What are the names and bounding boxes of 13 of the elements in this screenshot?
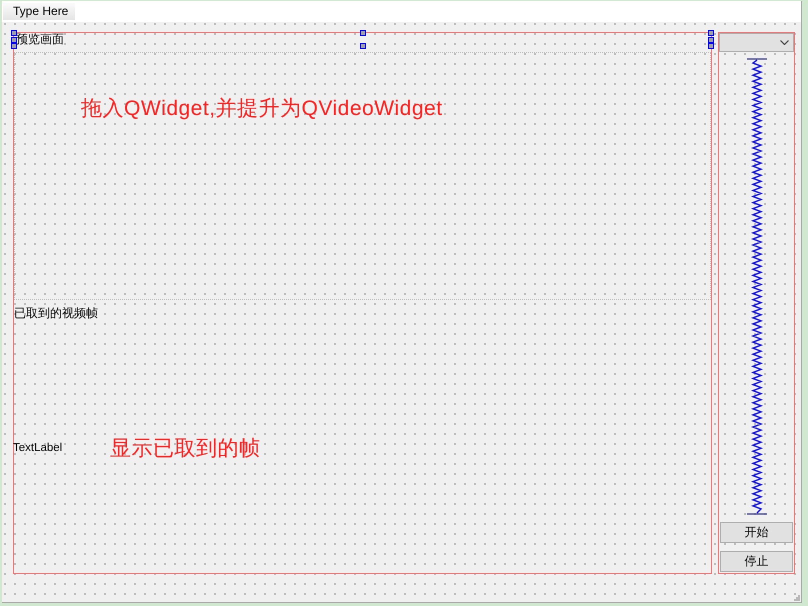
selection-handle-icon[interactable] (360, 43, 366, 49)
menu-item[interactable]: Type Here (3, 3, 76, 20)
chevron-down-icon (780, 40, 789, 45)
captured-frames-label[interactable]: 已取到的视频帧 (14, 306, 98, 320)
selection-handle-icon[interactable] (360, 30, 366, 36)
combo-box[interactable] (719, 33, 794, 52)
push-button[interactable]: 停止 (720, 551, 793, 572)
resize-grip-icon[interactable] (793, 594, 800, 601)
preview-label[interactable]: 预览画面 (14, 33, 64, 46)
note-text: 拖入QWidget,并提升为QVideoWidget (81, 97, 443, 120)
push-button[interactable]: 开始 (720, 522, 793, 543)
note-text: 显示已取到的帧 (110, 436, 260, 461)
text-label[interactable]: TextLabel (13, 442, 62, 455)
